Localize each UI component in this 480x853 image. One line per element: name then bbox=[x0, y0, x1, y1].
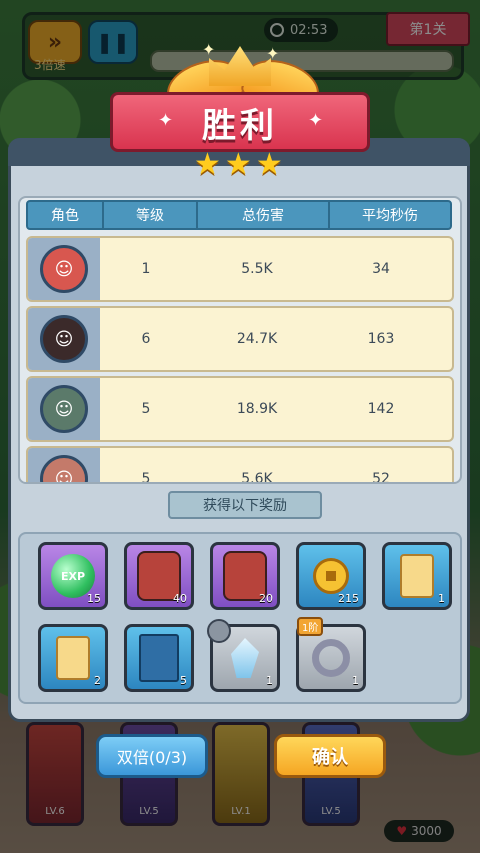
row-level: 1 bbox=[141, 261, 151, 277]
reward-count: 15 bbox=[87, 592, 101, 605]
row-damage: 5.5K bbox=[241, 261, 273, 277]
header-avg-dps: 平均秒伤 bbox=[362, 208, 418, 224]
avatar-cell: ☺ bbox=[28, 378, 100, 440]
hero-avatar: ☺ bbox=[40, 455, 88, 482]
book-icon bbox=[139, 634, 179, 682]
reward-count: 20 bbox=[259, 592, 273, 605]
star-icon: ★ bbox=[224, 147, 252, 182]
reward-item[interactable]: 20 bbox=[210, 542, 280, 610]
hero-avatar: ☺ bbox=[40, 245, 88, 293]
reward-count: 1 bbox=[266, 674, 273, 687]
row-dps: 34 bbox=[372, 261, 390, 277]
header-level: 等级 bbox=[104, 202, 198, 228]
row-dps: 52 bbox=[372, 471, 390, 482]
table-row: ☺ 5 18.9K 142 bbox=[26, 376, 454, 442]
row-damage: 18.9K bbox=[236, 401, 278, 417]
table-row: ☺ 1 5.5K 34 bbox=[26, 236, 454, 302]
crystal-icon bbox=[231, 638, 259, 678]
sparkle-icon: ✦ bbox=[202, 40, 216, 59]
reward-item[interactable]: 1 bbox=[382, 542, 452, 610]
reward-count: 1 bbox=[352, 674, 359, 687]
stats-rows[interactable]: ☺ 1 5.5K 34 ☺ 6 24.7K 163 ☺ 5 18.9K 142 … bbox=[26, 236, 454, 482]
row-level: 5 bbox=[141, 401, 151, 417]
victory-banner: 胜利 bbox=[110, 92, 370, 152]
reward-item[interactable]: 1阶 1 bbox=[296, 617, 366, 692]
tier-badge: 1阶 bbox=[297, 617, 324, 636]
hero-avatar: ☺ bbox=[40, 385, 88, 433]
row-dps: 163 bbox=[367, 331, 395, 347]
avatar-cell: ☺ bbox=[28, 448, 100, 482]
sparkle-icon: ✦ bbox=[308, 110, 324, 131]
row-level: 6 bbox=[141, 331, 151, 347]
avatar-cell: ☺ bbox=[28, 238, 100, 300]
confirm-button[interactable]: 确认 bbox=[274, 734, 386, 778]
scroll-icon bbox=[400, 554, 434, 598]
row-damage: 24.7K bbox=[236, 331, 278, 347]
ring-icon bbox=[312, 639, 350, 677]
sparkle-icon: ✦ bbox=[266, 44, 280, 63]
double-reward-button[interactable]: 双倍(0/3) bbox=[96, 734, 208, 778]
star-icon: ★ bbox=[194, 147, 221, 182]
reward-count: 2 bbox=[94, 674, 101, 687]
coin-icon bbox=[313, 558, 349, 594]
rewards-title: 获得以下奖励 bbox=[168, 491, 322, 519]
reward-item[interactable]: 1 bbox=[207, 619, 280, 692]
star-rating: ★ ★ ★ bbox=[194, 150, 283, 180]
exp-label: EXP bbox=[60, 569, 86, 583]
reward-count: 215 bbox=[338, 592, 359, 605]
reward-item[interactable]: 2 bbox=[38, 624, 108, 692]
row-damage: 5.6K bbox=[241, 471, 273, 482]
rank-badge-icon bbox=[207, 619, 231, 643]
reward-count: 40 bbox=[173, 592, 187, 605]
row-dps: 142 bbox=[367, 401, 395, 417]
reward-item[interactable]: 40 bbox=[124, 542, 194, 610]
table-row: ☺ 6 24.7K 163 bbox=[26, 306, 454, 372]
reward-item[interactable]: EXP 15 bbox=[38, 542, 108, 610]
sparkle-icon: ✦ bbox=[158, 110, 174, 131]
avatar-cell: ☺ bbox=[28, 308, 100, 370]
victory-title: 胜利 bbox=[202, 105, 278, 146]
reward-item[interactable]: 5 bbox=[124, 624, 194, 692]
stats-header: 角色 等级 总伤害 平均秒伤 bbox=[26, 200, 452, 230]
table-row: ☺ 5 5.6K 52 bbox=[26, 446, 454, 482]
reward-count: 5 bbox=[180, 674, 187, 687]
star-icon: ★ bbox=[255, 147, 283, 182]
row-level: 5 bbox=[141, 471, 151, 482]
header-total-damage: 总伤害 bbox=[198, 202, 330, 228]
reward-item[interactable]: 215 bbox=[296, 542, 366, 610]
reward-count: 1 bbox=[438, 592, 445, 605]
hero-avatar: ☺ bbox=[40, 315, 88, 363]
scroll-icon bbox=[56, 636, 90, 680]
header-role: 角色 bbox=[28, 202, 104, 228]
